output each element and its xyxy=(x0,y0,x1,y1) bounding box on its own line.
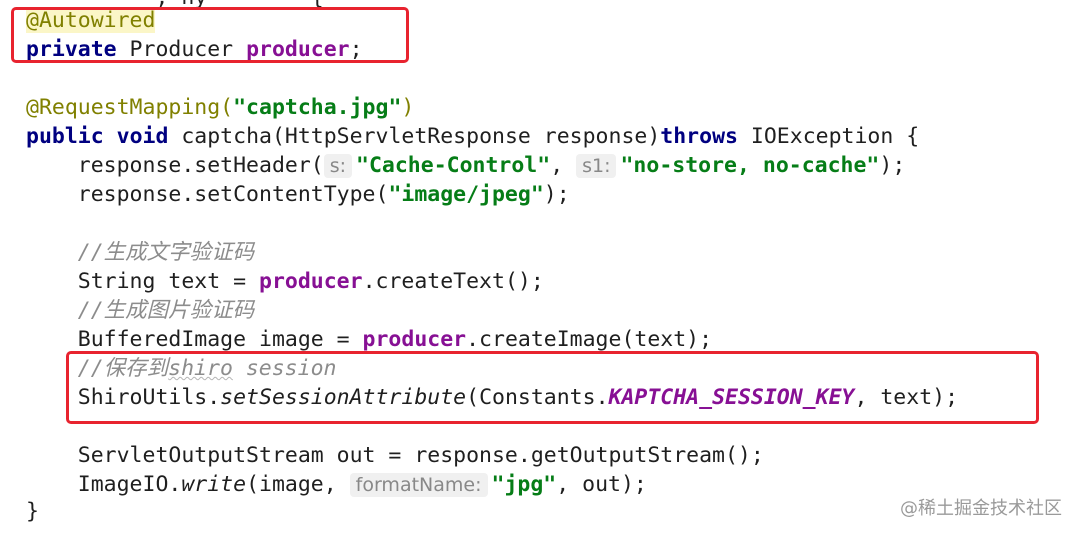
code-comment: //生成文字验证码 xyxy=(26,240,255,265)
keyword: void xyxy=(116,124,169,149)
punctuation: , out); xyxy=(556,472,647,497)
string-literal: "Cache-Control" xyxy=(356,153,551,178)
string-literal: "no-store, no-cache" xyxy=(620,153,880,178)
keyword: throws xyxy=(660,124,738,149)
code-line-output-stream: ServletOutputStream out = response.getOu… xyxy=(26,441,764,470)
keyword: public xyxy=(26,124,104,149)
punctuation: ); xyxy=(543,182,570,207)
field-name: producer xyxy=(362,327,467,352)
code-line-set-content-type: response.setContentType("image/jpeg"); xyxy=(26,180,570,209)
code-line-closing-brace: } xyxy=(26,497,39,526)
code-line-image-write: ImageIO.write(image, formatName: "jpg", o… xyxy=(26,470,647,499)
code-text: ImageIO. xyxy=(26,472,182,497)
static-method: write xyxy=(181,472,247,497)
code-comment: //生成图片验证码 xyxy=(26,298,255,323)
code-line-request-mapping: @RequestMapping("captcha.jpg") xyxy=(26,93,414,122)
code-line-create-image: BufferedImage image = producer.createIma… xyxy=(26,325,712,354)
code-text: String text = xyxy=(26,269,259,294)
code-editor[interactable]: , ny { @Autowired private Producer produ… xyxy=(0,0,1080,536)
code-text: response.setContentType( xyxy=(26,182,389,207)
field-name: producer xyxy=(259,269,363,294)
code-text: } xyxy=(26,499,39,524)
code-line-comment-image-captcha: //生成图片验证码 xyxy=(26,296,254,325)
string-literal: "jpg" xyxy=(491,472,557,497)
annotation: @RequestMapping( xyxy=(26,95,234,120)
method-signature: captcha(HttpServletResponse response) xyxy=(168,124,661,149)
punctuation: , xyxy=(550,153,577,178)
parameter-hint: s: xyxy=(323,154,353,178)
code-line-create-text: String text = producer.createText(); xyxy=(26,267,544,296)
code-text: (image, xyxy=(246,472,350,497)
code-text: BufferedImage image = xyxy=(26,327,363,352)
code-text: ServletOutputStream out = response.getOu… xyxy=(26,443,764,468)
highlight-box-autowired xyxy=(11,7,409,63)
punctuation: ); xyxy=(879,153,906,178)
code-text: response.setHeader( xyxy=(26,153,324,178)
string-literal: "image/jpeg" xyxy=(388,182,544,207)
string-literal: "captcha.jpg" xyxy=(233,95,402,120)
highlight-box-session xyxy=(66,351,1039,424)
parameter-hint: s1: xyxy=(576,154,617,178)
watermark-text: @稀土掘金技术社区 xyxy=(900,498,1062,519)
exception-type: IOException { xyxy=(737,124,920,149)
code-line-comment-text-captcha: //生成文字验证码 xyxy=(26,238,254,267)
code-line-method-signature: public void captcha(HttpServletResponse … xyxy=(26,122,919,151)
parameter-hint: formatName: xyxy=(349,473,488,497)
code-text: .createText(); xyxy=(362,269,544,294)
annotation-end: ) xyxy=(401,95,415,120)
code-line-set-header: response.setHeader(s: "Cache-Control", s1… xyxy=(26,151,905,180)
code-text: .createImage(text); xyxy=(466,327,713,352)
